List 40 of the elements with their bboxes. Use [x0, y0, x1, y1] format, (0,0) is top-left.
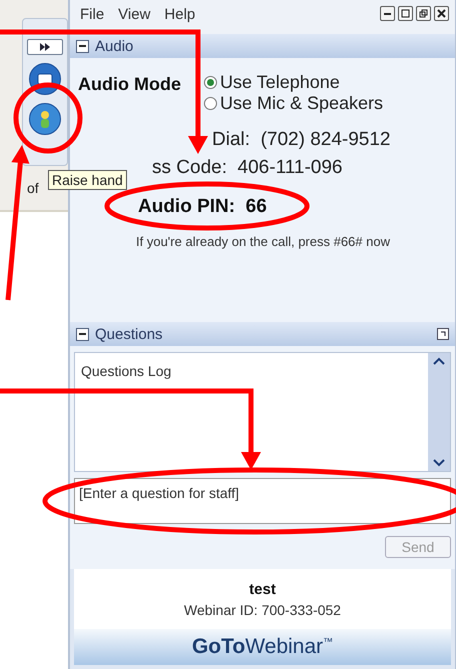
- restore-button[interactable]: [416, 6, 431, 21]
- section-title: Questions: [95, 326, 163, 342]
- restore-icon: [419, 9, 428, 18]
- audio-mode-label: Audio Mode: [78, 74, 182, 96]
- audio-pin: Audio PIN: 66: [138, 196, 267, 218]
- maximize-icon: [401, 9, 410, 18]
- webinar-name: test: [249, 580, 276, 598]
- side-text: of: [27, 180, 39, 196]
- minus-icon: [79, 45, 86, 47]
- expand-button[interactable]: [27, 39, 63, 55]
- close-button[interactable]: [434, 6, 449, 21]
- raise-hand-tooltip: Raise hand: [48, 170, 127, 190]
- scroll-down-icon[interactable]: [433, 459, 445, 467]
- maximize-button[interactable]: [398, 6, 413, 21]
- call-note: If you're already on the call, press #66# now: [135, 233, 391, 251]
- brand-logo: GoToWebinar$^{™}$: [192, 635, 334, 659]
- minus-icon: [79, 333, 86, 335]
- section-title: Audio: [95, 38, 134, 54]
- log-label: Questions Log: [81, 363, 172, 379]
- collapse-button[interactable]: [76, 328, 89, 340]
- person-icon: [38, 110, 52, 128]
- menu-item[interactable]: Help: [164, 6, 196, 23]
- collapse-button[interactable]: [76, 40, 89, 52]
- scrollbar[interactable]: [428, 353, 450, 471]
- popout-icon[interactable]: [437, 328, 449, 340]
- close-icon: [437, 9, 446, 18]
- screen-icon: [37, 73, 53, 85]
- dial-number: Dial: (702) 824-9512: [212, 129, 390, 151]
- webinar-id: Webinar ID: 700-333-052: [184, 602, 341, 618]
- fast-forward-icon: [39, 43, 51, 51]
- question-field[interactable]: [Enter a question for staff]: [74, 478, 451, 524]
- menu-item[interactable]: File: [80, 6, 104, 23]
- raise-hand-button[interactable]: [29, 103, 61, 135]
- radio-option[interactable]: Use Mic & Speakers: [204, 93, 384, 114]
- access-code: ss Code: 406-111-096: [152, 157, 342, 179]
- radio-option[interactable]: Use Telephone: [204, 72, 384, 93]
- minimize-button[interactable]: [380, 6, 395, 21]
- minimize-icon: [384, 12, 391, 14]
- menu-item[interactable]: View: [118, 6, 150, 23]
- scroll-up-icon[interactable]: [433, 357, 445, 365]
